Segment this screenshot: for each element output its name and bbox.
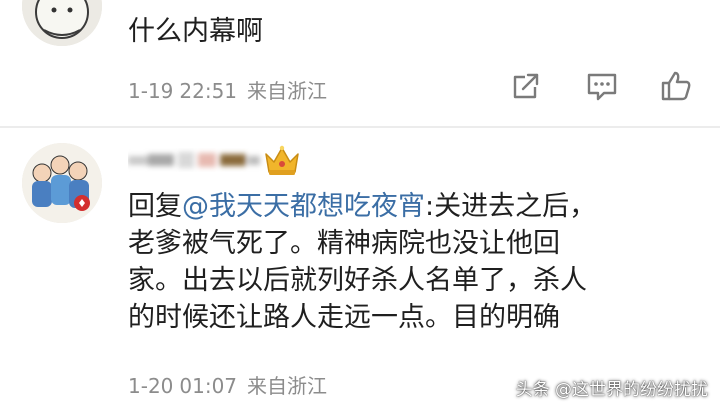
comment-item: 什么内幕啊 1-19 22:51 来自浙江 <box>0 0 720 128</box>
comment-source: 来自浙江 <box>247 374 328 398</box>
comment-time: 01:07 <box>179 374 238 398</box>
avatar[interactable] <box>22 143 102 223</box>
thumbs-up-icon[interactable] <box>658 68 694 104</box>
username-blurred[interactable] <box>128 148 268 172</box>
comment-icon[interactable] <box>584 68 620 104</box>
comment-meta: 1-20 01:07 来自浙江 <box>128 370 327 399</box>
mention-link[interactable]: @我天天都想吃夜宵 <box>182 191 425 222</box>
comment-meta: 1-19 22:51 来自浙江 <box>128 75 327 104</box>
comment-time: 22:51 <box>179 79 238 103</box>
reply-prefix: 回复 <box>128 191 182 222</box>
reply-line-1: 回复@我天天都想吃夜宵:关进去之后， <box>128 188 596 225</box>
watermark: 头条 @这世界的纷纷扰扰 <box>515 380 708 400</box>
avatar[interactable] <box>22 0 102 46</box>
reply-separator: : <box>425 191 435 222</box>
crown-icon <box>262 142 302 178</box>
reply-text: 回复@我天天都想吃夜宵:关进去之后， 老爹被气死了。精神病院也没让他回 家。出去… <box>128 188 596 336</box>
comment-date: 1-20 <box>128 374 174 398</box>
comment-actions <box>508 68 698 108</box>
comment-source: 来自浙江 <box>247 79 328 103</box>
reply-line-1-rest: 关进去之后， <box>434 191 597 222</box>
comment-item: 回复@我天天都想吃夜宵:关进去之后， 老爹被气死了。精神病院也没让他回 家。出去… <box>0 128 720 404</box>
reply-line-2: 老爹被气死了。精神病院也没让他回 <box>128 228 560 259</box>
comment-date: 1-19 <box>128 79 174 103</box>
reply-line-4: 的时候还让路人走远一点。目的明确 <box>128 302 560 333</box>
comment-text: 什么内幕啊 <box>128 16 263 47</box>
share-icon[interactable] <box>508 68 544 104</box>
reply-line-3: 家。出去以后就列好杀人名单了，杀人 <box>128 265 587 296</box>
